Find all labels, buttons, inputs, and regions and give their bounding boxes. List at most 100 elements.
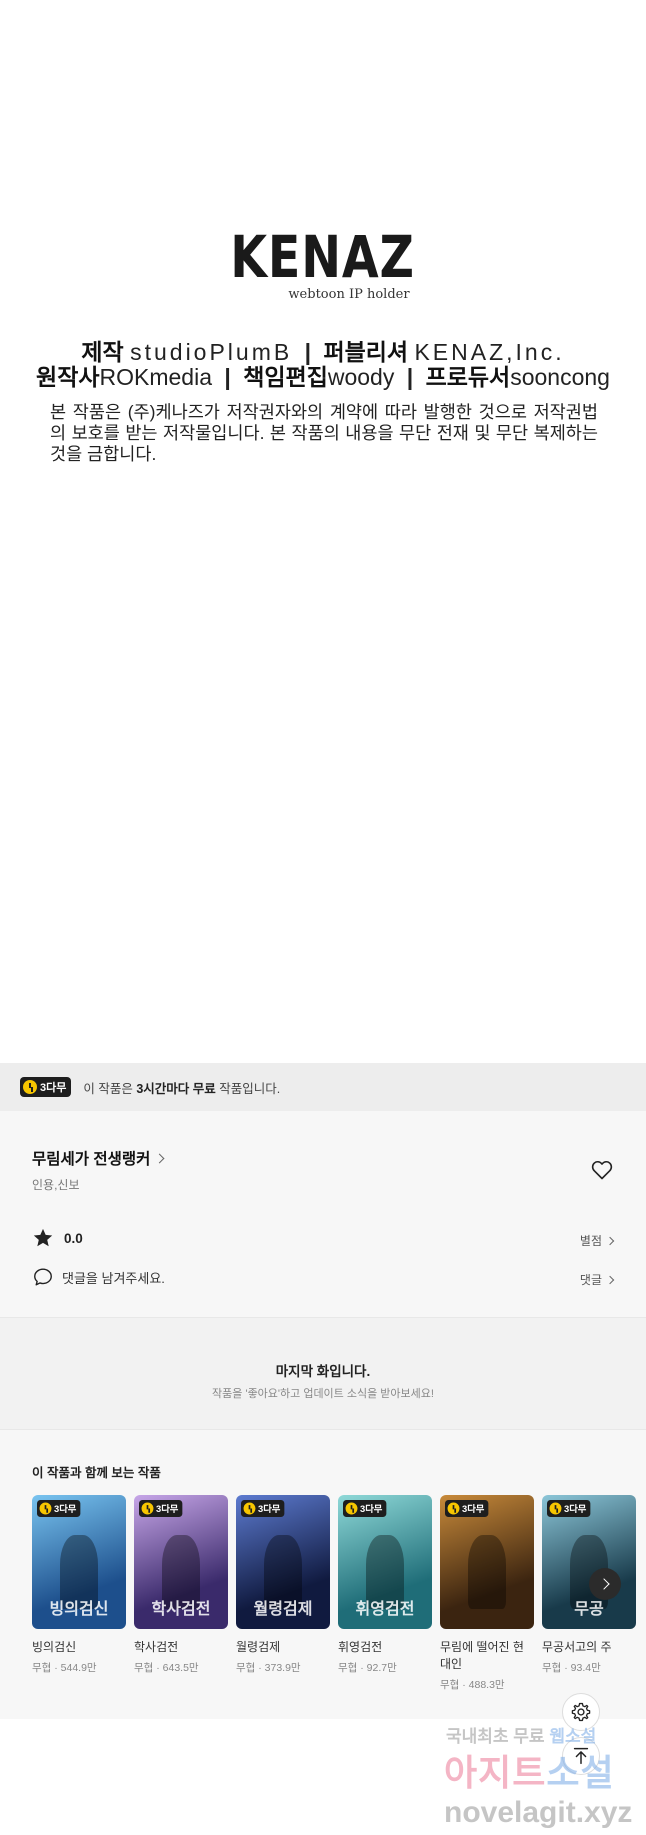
recommendation-title: 빙의검신 xyxy=(32,1640,77,1654)
recommendation-meta: 무협 · 488.3만 xyxy=(440,1679,505,1691)
clock-icon xyxy=(447,1502,460,1515)
credit-separator: | xyxy=(406,364,414,390)
banner-text-bold: 3시간마다 무료 xyxy=(136,1081,216,1096)
wait-free-badge: 3다무 xyxy=(445,1500,489,1517)
comment-prompt[interactable]: 댓글을 남겨주세요. xyxy=(32,1266,165,1288)
comment-link[interactable]: 댓글 xyxy=(579,1271,615,1288)
recommendation-meta: 무협 · 373.9만 xyxy=(236,1662,301,1674)
badge-label: 3다무 xyxy=(54,1504,77,1515)
last-chapter-title: 마지막 화입니다. xyxy=(275,1364,371,1379)
rating-row: 0.0 xyxy=(32,1227,83,1249)
credit-value: sooncong xyxy=(510,364,610,390)
series-title: 무림세가 전생랭커 xyxy=(32,1151,151,1168)
wait-free-badge: 3다무 xyxy=(139,1500,183,1517)
watermark-text: 아지트 xyxy=(444,1752,547,1793)
cover-thumbnail: 3다무 xyxy=(440,1495,534,1629)
chevron-right-icon xyxy=(154,1153,165,1163)
clock-icon xyxy=(141,1502,154,1515)
star-icon xyxy=(33,1228,53,1247)
clock-icon xyxy=(549,1502,562,1515)
cover-title-art: 학사검전 xyxy=(151,1599,211,1618)
recommendations-title: 이 작품과 함께 보는 작품 xyxy=(32,1466,161,1480)
badge-label: 3다무 xyxy=(258,1504,281,1515)
recommendation-meta: 무협 · 93.4만 xyxy=(542,1662,601,1674)
recommendation-title: 무공서고의 주 xyxy=(542,1640,612,1654)
recommendation-meta: 무협 · 544.9만 xyxy=(32,1662,97,1674)
watermark-line-3: novelagit.xyz xyxy=(444,1796,633,1829)
comment-link-label: 댓글 xyxy=(579,1273,602,1287)
cover-figure xyxy=(468,1535,506,1609)
cover-thumbnail: 3다무휘영검전 xyxy=(338,1495,432,1629)
recommendation-card[interactable]: 3다무 월령검제 월령검제 무협 · 373.9만 xyxy=(236,1495,330,1692)
recommendation-card[interactable]: 3다무무림에 떨어진 현대인무협 · 488.3만 xyxy=(440,1495,534,1692)
last-chapter-notice: 마지막 화입니다. 작품을 '좋아요'하고 업데이트 소식을 받아보세요! xyxy=(0,1317,646,1429)
recommendation-card[interactable]: 3다무 빙의검신 빙의검신 무협 · 544.9만 xyxy=(32,1495,126,1692)
cover-thumbnail: 3다무빙의검신 xyxy=(32,1495,126,1629)
banner-text-post: 작품입니다. xyxy=(215,1081,281,1096)
chevron-right-icon xyxy=(597,1578,610,1590)
rate-link-label: 별점 xyxy=(579,1234,602,1248)
credits-card: KENAZ webtoon IP holder 제작 studioPlumB |… xyxy=(0,0,646,1063)
credit-separator: | xyxy=(224,364,231,390)
recommendation-title: 월령검제 xyxy=(236,1640,281,1654)
recommendation-title: 무림에 떨어진 현대인 xyxy=(440,1640,524,1671)
badge-label: 3다무 xyxy=(40,1082,67,1094)
credit-line-2: 원작사ROKmedia | 책임편집woody | 프로듀서sooncong xyxy=(0,358,646,392)
clock-icon xyxy=(345,1502,358,1515)
credit-label: 프로듀서 xyxy=(425,364,511,390)
clock-icon xyxy=(39,1502,52,1515)
free-banner: 3다무 이 작품은 3시간마다 무료 작품입니다. xyxy=(0,1063,646,1111)
badge-label: 3다무 xyxy=(462,1504,485,1515)
recommendations-section: 이 작품과 함께 보는 작품 3다무 빙의검신 빙의검신 무협 · 544.9만 3다무… xyxy=(0,1429,646,1719)
carousel-next-button[interactable] xyxy=(589,1568,621,1600)
logo-wordmark: KENAZ xyxy=(230,223,416,291)
gear-icon xyxy=(571,1702,591,1722)
chevron-right-icon xyxy=(605,1236,615,1245)
badge-label: 3다무 xyxy=(156,1504,179,1515)
site-watermark: 국내최초 무료 웹소설 아지트소설 novelagit.xyz xyxy=(440,1718,646,1833)
cover-title-art: 휘영검전 xyxy=(355,1599,415,1618)
wait-free-badge: 3다무 xyxy=(343,1500,387,1517)
recommendation-card[interactable]: 3다무무공무공서고의 주무협 · 93.4만 xyxy=(542,1495,636,1692)
credit-label: 책임편집 xyxy=(243,364,328,390)
wait-free-badge: 3다무 xyxy=(547,1500,591,1517)
credit-value: ROKmedia xyxy=(99,364,212,390)
recommendation-meta: 무협 · 643.5만 xyxy=(134,1662,199,1674)
last-chapter-subtitle: 작품을 '좋아요'하고 업데이트 소식을 받아보세요! xyxy=(212,1388,434,1400)
scroll-top-button[interactable] xyxy=(562,1737,600,1775)
rate-link[interactable]: 별점 xyxy=(579,1232,615,1249)
recommendation-title: 학사검전 xyxy=(134,1640,179,1654)
wait-free-badge: 3다무 xyxy=(20,1077,72,1097)
clock-icon xyxy=(23,1080,37,1094)
speech-bubble-icon xyxy=(34,1268,52,1286)
settings-button[interactable] xyxy=(562,1693,600,1731)
series-authors: 인용,신보 xyxy=(32,1178,80,1192)
recommendation-meta: 무협 · 92.7만 xyxy=(338,1662,397,1674)
banner-text: 이 작품은 3시간마다 무료 작품입니다. xyxy=(83,1078,280,1097)
arrow-up-icon xyxy=(573,1747,589,1765)
wait-free-badge: 3다무 xyxy=(241,1500,285,1517)
recommendation-card[interactable]: 3다무 학사검전 학사검전 무협 · 643.5만 xyxy=(134,1495,228,1692)
cover-title-art: 월령검제 xyxy=(253,1599,313,1618)
cover-thumbnail: 3다무학사검전 xyxy=(134,1495,228,1629)
copyright-notice: 본 작품은 (주)케나즈가 저작권자와의 계약에 따라 발행한 것으로 저작권법… xyxy=(50,402,598,464)
recommendation-card[interactable]: 3다무 휘영검전 휘영검전 무협 · 92.7만 xyxy=(338,1495,432,1692)
comment-prompt-text: 댓글을 남겨주세요. xyxy=(62,1270,165,1286)
clock-icon xyxy=(243,1502,256,1515)
heart-icon[interactable] xyxy=(590,1158,614,1182)
wait-free-badge: 3다무 xyxy=(37,1500,81,1517)
badge-label: 3다무 xyxy=(360,1504,383,1515)
cover-thumbnail: 3다무무공 xyxy=(542,1495,636,1629)
series-info-panel: 무림세가 전생랭커 인용,신보 0.0 별점 댓글을 남겨주세요. 댓글 xyxy=(0,1111,646,1317)
credit-label: 원작사 xyxy=(36,364,100,390)
banner-text-pre: 이 작품은 xyxy=(83,1081,137,1096)
kenaz-logo: KENAZ webtoon IP holder xyxy=(0,225,646,302)
credit-value: woody xyxy=(327,364,395,390)
cover-title-art: 빙의검신 xyxy=(49,1599,109,1618)
badge-label: 3다무 xyxy=(564,1504,587,1515)
cover-thumbnail: 3다무월령검제 xyxy=(236,1495,330,1629)
series-title-link[interactable]: 무림세가 전생랭커 xyxy=(32,1147,165,1169)
recommendation-title: 휘영검전 xyxy=(338,1640,383,1654)
chevron-right-icon xyxy=(605,1275,615,1284)
cover-title-art: 무공 xyxy=(574,1599,604,1618)
